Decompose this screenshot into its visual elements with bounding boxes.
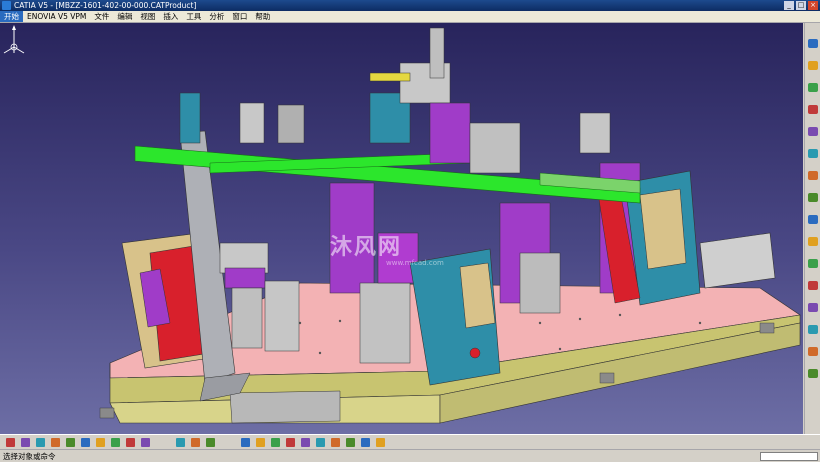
menu-item[interactable]: 分析 [205, 11, 228, 22]
save-icon[interactable] [36, 438, 45, 447]
new-icon[interactable] [6, 438, 15, 447]
zoom-in-icon[interactable] [286, 438, 295, 447]
swap-icon[interactable] [376, 438, 385, 447]
bottom-toolbar [0, 434, 820, 450]
minimize-button[interactable]: _ [784, 1, 794, 10]
knowledge-icon[interactable] [191, 438, 200, 447]
menu-item[interactable]: 文件 [90, 11, 113, 22]
watermark-url: www.mfcad.com [386, 259, 444, 267]
redo-icon[interactable] [126, 438, 135, 447]
zoom-out-icon[interactable] [301, 438, 310, 447]
maximize-button[interactable]: □ [796, 1, 806, 10]
move-icon[interactable] [808, 171, 818, 180]
arrow-icon[interactable] [808, 39, 818, 48]
formula-icon[interactable] [176, 438, 185, 447]
status-prompt: 选择对象或命令 [3, 451, 56, 461]
view-icon[interactable] [808, 83, 818, 92]
upper-tooling [179, 27, 611, 174]
section-icon[interactable] [808, 237, 818, 246]
assembly-icon[interactable] [808, 149, 818, 158]
zoom-icon[interactable] [808, 61, 818, 70]
catia-app-icon[interactable] [2, 1, 11, 10]
3d-viewport[interactable]: 沐风网 www.mfcad.com CATIA [0, 23, 803, 434]
normal-view-icon[interactable] [316, 438, 325, 447]
iso-view-icon[interactable] [331, 438, 340, 447]
catalog-icon[interactable] [808, 347, 818, 356]
rotate-icon[interactable] [271, 438, 280, 447]
menu-item[interactable]: 开始 [0, 11, 23, 22]
window-controls: _ □ × [784, 1, 818, 10]
scene-icon[interactable] [808, 303, 818, 312]
annotation-icon[interactable] [808, 281, 818, 290]
menu-bar: 开始 ENOVIA V5 VPM 文件 编辑 视图 插入 工具 分析 窗口 帮助 [0, 11, 820, 23]
control-box [699, 232, 776, 289]
clash-icon[interactable] [808, 215, 818, 224]
menu-item[interactable]: 帮助 [251, 11, 274, 22]
bulb-icon[interactable] [808, 325, 818, 334]
hide-show-icon[interactable] [361, 438, 370, 447]
right-housing-window [639, 188, 687, 270]
center-housing-hole [469, 347, 481, 359]
watermark-logo: 沐风网 [330, 235, 403, 260]
print-icon[interactable] [51, 438, 60, 447]
close-button[interactable]: × [808, 1, 818, 10]
menu-item[interactable]: ENOVIA V5 VPM [23, 12, 90, 21]
open-icon[interactable] [21, 438, 30, 447]
undo-icon[interactable] [111, 438, 120, 447]
copy-icon[interactable] [81, 438, 90, 447]
fit-icon[interactable] [241, 438, 250, 447]
window-title: CATIA V5 - [MBZZ-1601-402-00-000.CATProd… [14, 1, 197, 10]
compass-icon[interactable] [0, 23, 28, 63]
cut-icon[interactable] [66, 438, 75, 447]
measure-icon[interactable] [808, 259, 818, 268]
menu-item[interactable]: 窗口 [228, 11, 251, 22]
help-icon[interactable] [141, 438, 150, 447]
command-input[interactable] [760, 452, 818, 461]
base-frame-gap [229, 390, 341, 424]
shading-icon[interactable] [346, 438, 355, 447]
status-bar: 选择对象或命令 [0, 449, 820, 462]
menu-item[interactable]: 编辑 [113, 11, 136, 22]
explode-icon[interactable] [808, 193, 818, 202]
pan-icon[interactable] [256, 438, 265, 447]
menu-item[interactable]: 视图 [136, 11, 159, 22]
menu-item[interactable]: 工具 [182, 11, 205, 22]
constraint-icon[interactable] [808, 127, 818, 136]
product-icon[interactable] [808, 105, 818, 114]
paste-icon[interactable] [96, 438, 105, 447]
menu-item[interactable]: 插入 [159, 11, 182, 22]
right-toolbar [804, 23, 820, 434]
measure-icon[interactable] [206, 438, 215, 447]
material-icon[interactable] [808, 369, 818, 378]
title-bar: CATIA V5 - [MBZZ-1601-402-00-000.CATProd… [0, 0, 820, 11]
